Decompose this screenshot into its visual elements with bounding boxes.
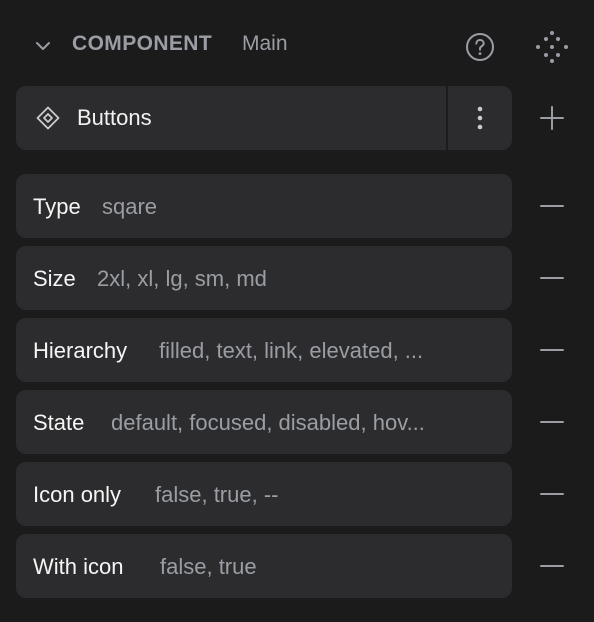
property-row-type[interactable]: Type sqare bbox=[16, 174, 512, 238]
property-name: Type bbox=[33, 194, 81, 219]
component-dots-icon[interactable] bbox=[535, 30, 569, 64]
property-values: sqare bbox=[102, 194, 158, 219]
property-name: Size bbox=[33, 266, 76, 291]
minus-icon[interactable] bbox=[540, 554, 564, 578]
minus-icon[interactable] bbox=[540, 266, 564, 290]
property-row-with-icon[interactable]: With icon false, true bbox=[16, 534, 512, 598]
component-name: Buttons bbox=[77, 105, 152, 130]
section-title: COMPONENT bbox=[72, 32, 213, 55]
plus-icon[interactable] bbox=[538, 104, 566, 132]
property-name: With icon bbox=[33, 554, 124, 579]
property-values: filled, text, link, elevated, ... bbox=[159, 338, 424, 363]
more-vertical-icon[interactable] bbox=[462, 98, 498, 138]
property-values: default, focused, disabled, hov... bbox=[111, 410, 425, 435]
card-divider bbox=[446, 86, 448, 150]
property-row-state[interactable]: State default, focused, disabled, hov... bbox=[16, 390, 512, 454]
minus-icon[interactable] bbox=[540, 482, 564, 506]
property-name: Icon only bbox=[33, 482, 122, 507]
panel-header: COMPONENT Main bbox=[0, 22, 594, 70]
property-row-hierarchy[interactable]: Hierarchy filled, text, link, elevated, … bbox=[16, 318, 512, 382]
property-values: 2xl, xl, lg, sm, md bbox=[97, 266, 267, 291]
minus-icon[interactable] bbox=[540, 338, 564, 362]
property-name: Hierarchy bbox=[33, 338, 128, 363]
property-values: false, true bbox=[160, 554, 257, 579]
minus-icon[interactable] bbox=[540, 194, 564, 218]
property-values: false, true, -- bbox=[155, 482, 279, 507]
component-instance-card[interactable]: Buttons bbox=[16, 86, 512, 150]
component-diamond-icon bbox=[36, 106, 60, 130]
property-row-icon-only[interactable]: Icon only false, true, -- bbox=[16, 462, 512, 526]
chevron-down-icon[interactable] bbox=[33, 36, 53, 56]
section-subtitle: Main bbox=[242, 32, 288, 55]
question-circle-icon[interactable] bbox=[465, 32, 495, 62]
property-row-size[interactable]: Size 2xl, xl, lg, sm, md bbox=[16, 246, 512, 310]
property-name: State bbox=[33, 410, 85, 435]
component-properties-panel: COMPONENT Main Buttons Type sqare Size 2… bbox=[0, 0, 594, 622]
minus-icon[interactable] bbox=[540, 410, 564, 434]
